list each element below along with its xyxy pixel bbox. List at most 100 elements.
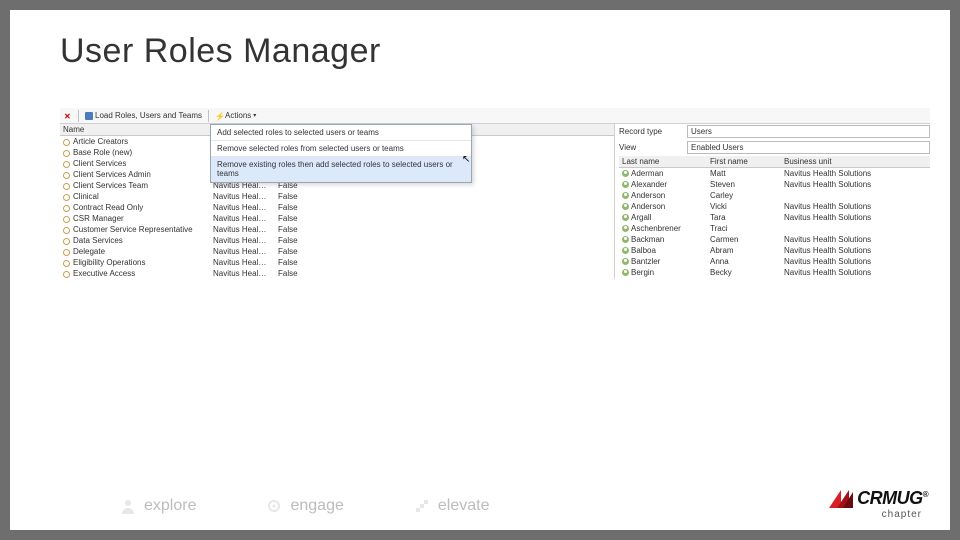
user-last: Bantzler [631, 257, 660, 266]
view-row: View Enabled Users [619, 140, 930, 154]
user-bu [781, 195, 930, 197]
role-row[interactable]: Data ServicesNavitus Health …False [60, 235, 614, 246]
user-row[interactable]: BackmanCarmenNavitus Health Solutions [619, 234, 930, 245]
role-icon [63, 248, 71, 256]
user-row[interactable]: BerginBeckyNavitus Health Solutions [619, 267, 930, 278]
user-row[interactable]: AdermanMattNavitus Health Solutions [619, 168, 930, 179]
gear-icon [266, 498, 282, 514]
role-icon [63, 160, 71, 168]
role-icon [63, 259, 71, 267]
load-button[interactable]: Load Roles, Users and Teams [83, 111, 204, 120]
role-custom: False [275, 213, 320, 224]
actions-button[interactable]: ⚡ Actions ▾ [213, 111, 258, 120]
user-bu: Navitus Health Solutions [781, 245, 930, 256]
user-icon [622, 236, 629, 243]
role-custom: False [275, 235, 320, 246]
load-label: Load Roles, Users and Teams [95, 111, 202, 120]
users-panel: Record type Users View Enabled Users Las… [619, 124, 930, 279]
role-custom: False [275, 202, 320, 213]
role-bu: Navitus Health … [210, 202, 270, 213]
user-icon [622, 170, 629, 177]
col-name[interactable]: Name [60, 124, 210, 135]
users-body: AdermanMattNavitus Health SolutionsAlexa… [619, 168, 930, 278]
user-icon [622, 269, 629, 276]
user-icon [622, 214, 629, 221]
people-icon [85, 112, 93, 120]
users-header-row: Last name First name Business unit [619, 156, 930, 168]
user-first: Matt [707, 168, 781, 179]
role-row[interactable]: Contract Read OnlyNavitus Health …False [60, 202, 614, 213]
user-row[interactable]: AndersonCarley [619, 190, 930, 201]
role-row[interactable]: Executive AccessNavitus Health …False [60, 268, 614, 279]
logo-mark-icon [829, 490, 853, 508]
user-row[interactable]: BalboaAbramNavitus Health Solutions [619, 245, 930, 256]
user-row[interactable]: AndersonVickiNavitus Health Solutions [619, 201, 930, 212]
footer-engage: engage [266, 497, 343, 515]
lightning-icon: ⚡ [215, 112, 223, 120]
col-businessunit[interactable]: Business unit [781, 156, 930, 167]
role-bu: Navitus Health … [210, 246, 270, 257]
role-name: Client Services Team [73, 181, 148, 190]
dropdown-item-replace[interactable]: Remove existing roles then add selected … [211, 157, 471, 182]
user-bu: Navitus Health Solutions [781, 267, 930, 278]
role-name: Delegate [73, 247, 105, 256]
role-row[interactable]: Customer Service RepresentativeNavitus H… [60, 224, 614, 235]
user-row[interactable]: Aschenbrener Traci [619, 223, 930, 234]
user-last: Anderson [631, 202, 665, 211]
user-last: Alexander [631, 180, 667, 189]
view-select[interactable]: Enabled Users [687, 141, 930, 154]
actions-label: Actions [225, 111, 251, 120]
user-first: Becky [707, 267, 781, 278]
role-row[interactable]: Eligibility OperationsNavitus Health …Fa… [60, 257, 614, 268]
app-window: ✕ Load Roles, Users and Teams ⚡ Actions … [60, 108, 930, 279]
role-name: Clinical [73, 192, 99, 201]
user-last: Aschenbrener [631, 224, 681, 233]
user-last: Anderson [631, 191, 665, 200]
logo-text: CRMUG® [857, 488, 928, 509]
record-type-select[interactable]: Users [687, 125, 930, 138]
footer-explore-label: explore [144, 497, 196, 515]
user-first: Abram [707, 245, 781, 256]
actions-dropdown: Add selected roles to selected users or … [210, 124, 472, 183]
user-icon [622, 203, 629, 210]
footer-engage-label: engage [290, 497, 343, 515]
user-row[interactable]: ArgallTaraNavitus Health Solutions [619, 212, 930, 223]
user-icon [622, 192, 629, 199]
user-bu [781, 228, 930, 230]
role-row[interactable]: DelegateNavitus Health …False [60, 246, 614, 257]
dropdown-item-add[interactable]: Add selected roles to selected users or … [211, 125, 471, 141]
close-button[interactable]: ✕ [62, 112, 74, 120]
roles-panel: Name Article Creators Base Role (new) Clie… [60, 124, 615, 279]
role-icon [63, 237, 71, 245]
role-name: Article Creators [73, 137, 128, 146]
role-name: Base Role (new) [73, 148, 132, 157]
role-name: Client Services Admin [73, 170, 151, 179]
role-name: Customer Service Representative [73, 225, 193, 234]
user-icon [622, 258, 629, 265]
role-row[interactable]: ClinicalNavitus Health …False [60, 191, 614, 202]
col-lastname[interactable]: Last name [619, 156, 707, 167]
footer-elevate: elevate [414, 497, 490, 515]
record-type-row: Record type Users [619, 124, 930, 138]
steps-icon [414, 498, 430, 514]
role-bu: Navitus Health … [210, 191, 270, 202]
user-first: Anna [707, 256, 781, 267]
user-first: Carmen [707, 234, 781, 245]
role-icon [63, 204, 71, 212]
role-row[interactable]: CSR ManagerNavitus Health …False [60, 213, 614, 224]
role-icon [63, 270, 71, 278]
col-firstname[interactable]: First name [707, 156, 781, 167]
user-first: Tara [707, 212, 781, 223]
view-label: View [619, 143, 687, 152]
user-row[interactable]: AlexanderStevenNavitus Health Solutions [619, 179, 930, 190]
toolbar-separator [78, 110, 79, 122]
role-name: Client Services [73, 159, 126, 168]
role-icon [63, 182, 71, 190]
dropdown-item-remove[interactable]: Remove selected roles from selected user… [211, 141, 471, 157]
record-type-label: Record type [619, 127, 687, 136]
role-name: CSR Manager [73, 214, 124, 223]
user-row[interactable]: BantzlerAnnaNavitus Health Solutions [619, 256, 930, 267]
user-first: Traci [707, 223, 781, 234]
user-bu: Navitus Health Solutions [781, 168, 930, 179]
user-last: Argall [631, 213, 651, 222]
